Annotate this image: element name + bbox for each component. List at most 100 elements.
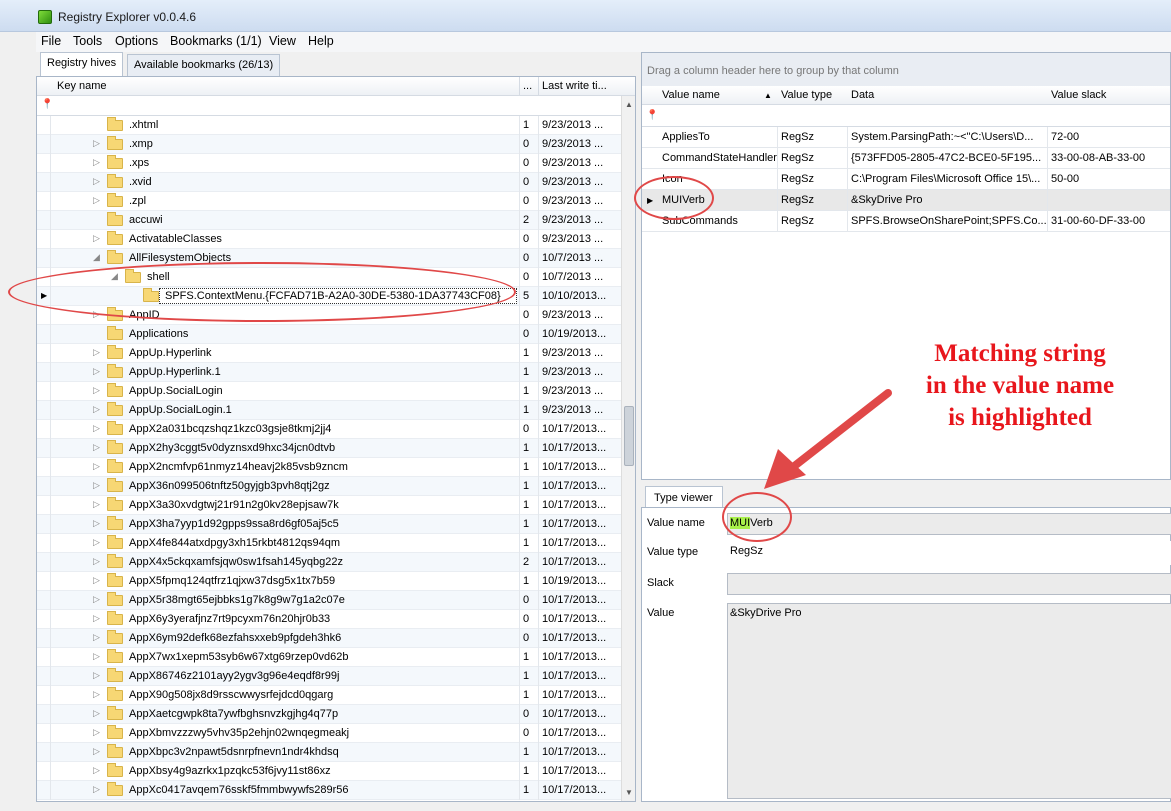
tab-available-bookmarks[interactable]: Available bookmarks (26/13): [127, 54, 281, 76]
menu-bookmarks[interactable]: Bookmarks (1/1): [170, 34, 262, 48]
expander-icon[interactable]: ▷: [93, 499, 100, 510]
tree-row[interactable]: ▷ AppX5r38mgt65ejbbks1g7k8g9w7g1a2c07e 0 10…: [37, 591, 621, 610]
tree-row[interactable]: ▷ AppX2hy3cggt5v0dyznsxd9hxc34jcn0dtvb 1 10…: [37, 439, 621, 458]
expander-icon[interactable]: ▷: [93, 537, 100, 548]
expander-icon[interactable]: ▷: [93, 556, 100, 567]
value-name-field[interactable]: MUIVerb: [727, 513, 1171, 535]
tree-row[interactable]: ▷ .zpl 0 9/23/2013 ...: [37, 192, 621, 211]
tree-row[interactable]: ▷ AppX7wx1xepm53syb6w67xtg69rzep0vd62b 1 10…: [37, 648, 621, 667]
scroll-thumb[interactable]: [624, 406, 634, 466]
group-by-bar[interactable]: Drag a column header here to group by th…: [642, 53, 1170, 86]
expander-icon[interactable]: ▷: [93, 233, 100, 244]
tab-registry-hives[interactable]: Registry hives: [40, 52, 124, 76]
tree-row[interactable]: ▷ AppX3ha7yyp1d92gpps9ssa8rd6gf05aj5c5 1 10…: [37, 515, 621, 534]
col-value-type[interactable]: Value type: [781, 89, 832, 101]
expander-icon[interactable]: ▷: [93, 480, 100, 491]
tree-row[interactable]: ▷ AppUp.Hyperlink 1 9/23/2013 ...: [37, 344, 621, 363]
tab-type-viewer[interactable]: Type viewer: [645, 486, 723, 508]
expander-icon[interactable]: ▷: [93, 404, 100, 415]
value-row[interactable]: CommandStateHandler RegSz {573FFD05-2805-4…: [642, 148, 1170, 169]
tree-filter-row[interactable]: 📍: [37, 96, 635, 116]
tree-row[interactable]: ▷ AppXbpc3v2npawt5dsnrpfnevn1ndr4khdsq 1 10…: [37, 743, 621, 762]
tree-row[interactable]: ▷ .xmp 0 9/23/2013 ...: [37, 135, 621, 154]
tree-row[interactable]: .xhtml 1 9/23/2013 ...: [37, 116, 621, 135]
expander-icon[interactable]: ◢: [93, 252, 100, 263]
menu-view[interactable]: View: [269, 34, 296, 48]
tree-row[interactable]: ▷ AppX4x5ckqxamfsjqw0sw1fsah145yqbg22z 2 10…: [37, 553, 621, 572]
expander-icon[interactable]: ▷: [93, 765, 100, 776]
tree-row[interactable]: ▷ AppXbmvzzzwy5vhv35p2ehjn02wnqegmeakj 0 10…: [37, 724, 621, 743]
hive-tabs: Registry hives Available bookmarks (26/1…: [36, 52, 636, 76]
expander-icon[interactable]: ▷: [93, 385, 100, 396]
tree-row[interactable]: ▷ AppX36n099506tnftz50gyjgb3pvh8qtj2gz 1 10…: [37, 477, 621, 496]
tree-row[interactable]: ▷ AppX86746z2101ayy2ygv3g96e4eqdf8r99j 1 10…: [37, 667, 621, 686]
expander-icon[interactable]: ▷: [93, 689, 100, 700]
tree-row[interactable]: ▷ AppX5fpmq124qtfrz1qjxw37dsg5x1tx7b59 1 10…: [37, 572, 621, 591]
scroll-down-icon[interactable]: ▼: [625, 788, 633, 797]
tree-row[interactable]: ▷ ActivatableClasses 0 9/23/2013 ...: [37, 230, 621, 249]
menu-help[interactable]: Help: [308, 34, 334, 48]
expander-icon[interactable]: ▷: [93, 613, 100, 624]
tree-row[interactable]: ▷ AppX6ym92defk68ezfahsxxeb9pfgdeh3hk6 0 10…: [37, 629, 621, 648]
key-name: AppX6y3yerafjnz7rt9pcyxm76n20hjr0b33: [129, 613, 331, 625]
value-row[interactable]: ▶ MUIVerb RegSz &SkyDrive Pro: [642, 190, 1170, 211]
folder-icon: [107, 516, 123, 530]
tree-row[interactable]: ▷ AppXbsy4g9azrkx1pzqkc53f6jvy11st86xz 1 10…: [37, 762, 621, 781]
value-row[interactable]: SubCommands RegSz SPFS.BrowseOnSharePoint;…: [642, 211, 1170, 232]
tree-row[interactable]: ▷ AppX3a30xvdgtwj21r91n2g0kv28epjsaw7k 1 10…: [37, 496, 621, 515]
folder-icon: [107, 725, 123, 739]
tree-row[interactable]: ▷ .xps 0 9/23/2013 ...: [37, 154, 621, 173]
expander-icon[interactable]: ▷: [93, 176, 100, 187]
col-data[interactable]: Data: [851, 89, 874, 101]
tree-row[interactable]: ▷ AppUp.SocialLogin 1 9/23/2013 ...: [37, 382, 621, 401]
tree-row[interactable]: ▷ AppX90g508jx8d9rsscwwysrfejdcd0qgarg 1 10…: [37, 686, 621, 705]
expander-icon[interactable]: ▷: [93, 727, 100, 738]
expander-icon[interactable]: ▷: [93, 784, 100, 795]
expander-icon[interactable]: ▷: [93, 157, 100, 168]
expander-icon[interactable]: ▷: [93, 575, 100, 586]
tree-row[interactable]: ▷ AppXaetcgwpk8ta7ywfbghsnvzkgjhg4q77p 0 10…: [37, 705, 621, 724]
menu-options[interactable]: Options: [115, 34, 158, 48]
tree-row[interactable]: accuwi 2 9/23/2013 ...: [37, 211, 621, 230]
expander-icon[interactable]: ▷: [93, 366, 100, 377]
values-filter-row[interactable]: 📍: [642, 105, 1170, 127]
scroll-up-icon[interactable]: ▲: [625, 100, 633, 109]
tree-row[interactable]: ▷ AppX2ncmfvp61nmyz14heavj2k85vsb9zncm 1 10…: [37, 458, 621, 477]
expander-icon[interactable]: ▷: [93, 670, 100, 681]
tree-row[interactable]: ▷ AppUp.Hyperlink.1 1 9/23/2013 ...: [37, 363, 621, 382]
expander-icon[interactable]: ▷: [93, 518, 100, 529]
value-row[interactable]: AppliesTo RegSz System.ParsingPath:~<"C:\U…: [642, 127, 1170, 148]
col-value-name[interactable]: Value name: [662, 89, 720, 101]
menu-file[interactable]: File: [41, 34, 61, 48]
value-type-field[interactable]: RegSz: [727, 541, 1171, 565]
col-last-write[interactable]: Last write ti...: [542, 80, 607, 92]
value-field[interactable]: &SkyDrive Pro: [727, 603, 1171, 799]
expander-icon[interactable]: ▷: [93, 746, 100, 757]
tree-row[interactable]: ▷ AppX2a031bcqzshqz1kzc03gsje8tkmj2jj4 0 10…: [37, 420, 621, 439]
expander-icon[interactable]: ▷: [93, 442, 100, 453]
expander-icon[interactable]: ▷: [93, 347, 100, 358]
expander-icon[interactable]: ▷: [93, 423, 100, 434]
value-row[interactable]: Icon RegSz C:\Program Files\Microsoft Offi…: [642, 169, 1170, 190]
tree-row[interactable]: ▷ AppX4fe844atxdpgy3xh15rkbt4812qs94qm 1 10…: [37, 534, 621, 553]
expander-icon[interactable]: ▷: [93, 138, 100, 149]
expander-icon[interactable]: ▷: [93, 651, 100, 662]
expander-icon[interactable]: ▷: [93, 632, 100, 643]
tree-scrollbar[interactable]: ▲ ▼: [621, 96, 635, 801]
expander-icon[interactable]: ▷: [93, 195, 100, 206]
last-write-time: 9/23/2013 ...: [542, 195, 604, 207]
folder-icon: [107, 554, 123, 568]
col-count[interactable]: ...: [523, 80, 532, 92]
tree-row[interactable]: ▷ AppUp.SocialLogin.1 1 9/23/2013 ...: [37, 401, 621, 420]
expander-icon[interactable]: ▷: [93, 708, 100, 719]
tree-row[interactable]: ▷ AppXc0417avqem76sskf5fmmbwywfs289r56 1 10…: [37, 781, 621, 800]
expander-icon[interactable]: ▷: [93, 461, 100, 472]
tree-row[interactable]: ▷ .xvid 0 9/23/2013 ...: [37, 173, 621, 192]
col-key-name[interactable]: Key name: [57, 80, 107, 92]
slack-field[interactable]: [727, 573, 1171, 595]
menu-tools[interactable]: Tools: [73, 34, 102, 48]
tree-row[interactable]: Applications 0 10/19/2013...: [37, 325, 621, 344]
col-value-slack[interactable]: Value slack: [1051, 89, 1106, 101]
expander-icon[interactable]: ▷: [93, 594, 100, 605]
tree-row[interactable]: ▷ AppX6y3yerafjnz7rt9pcyxm76n20hjr0b33 0 10…: [37, 610, 621, 629]
